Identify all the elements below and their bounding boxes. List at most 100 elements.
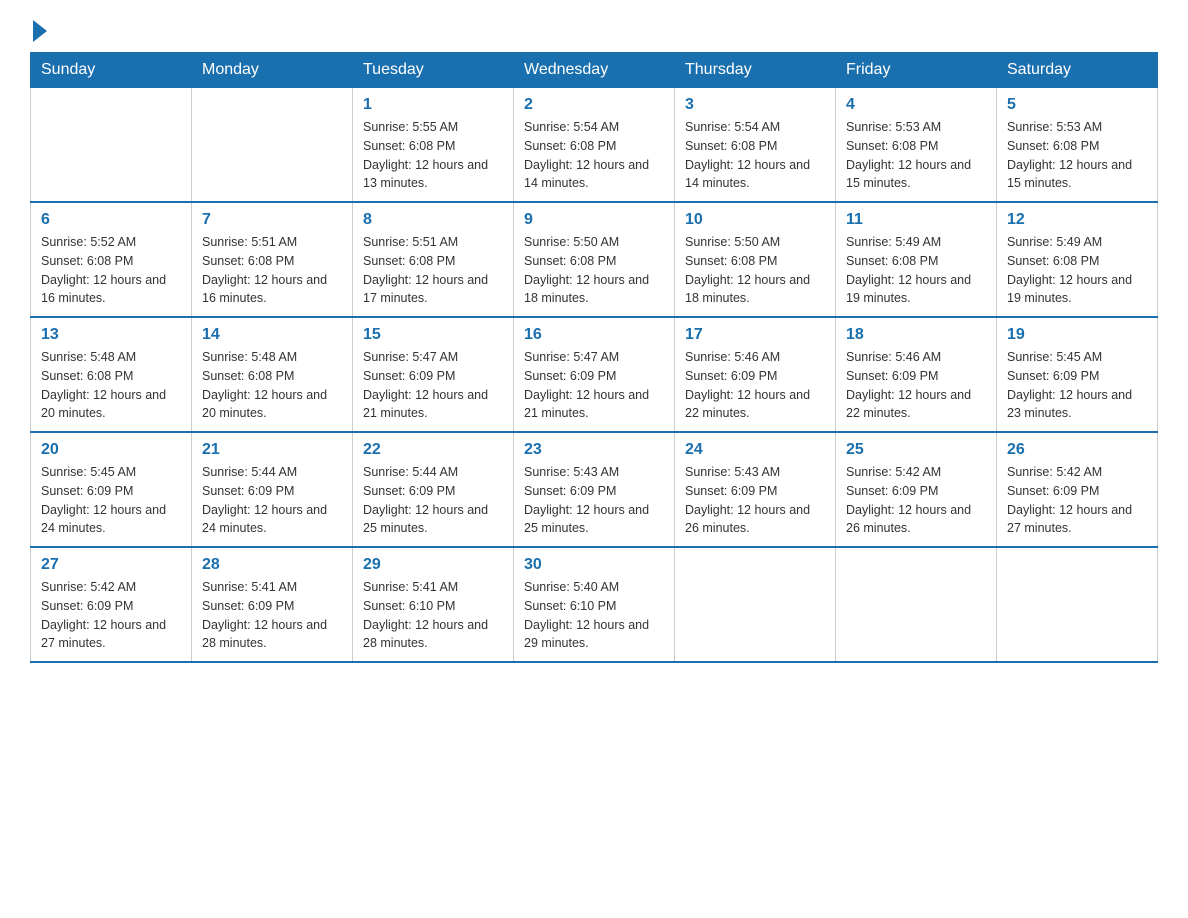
day-number: 7 bbox=[202, 211, 342, 229]
week-row-2: 6 Sunrise: 5:52 AMSunset: 6:08 PMDaylight… bbox=[31, 202, 1158, 317]
column-header-sunday: Sunday bbox=[31, 53, 192, 88]
day-info: Sunrise: 5:48 AMSunset: 6:08 PMDaylight:… bbox=[41, 348, 181, 423]
day-info: Sunrise: 5:44 AMSunset: 6:09 PMDaylight:… bbox=[202, 463, 342, 538]
calendar-cell: 18 Sunrise: 5:46 AMSunset: 6:09 PMDayligh… bbox=[836, 317, 997, 432]
calendar-cell bbox=[192, 88, 353, 203]
calendar-cell bbox=[836, 547, 997, 662]
header-row: SundayMondayTuesdayWednesdayThursdayFrid… bbox=[31, 53, 1158, 88]
day-info: Sunrise: 5:41 AMSunset: 6:10 PMDaylight:… bbox=[363, 578, 503, 653]
day-info: Sunrise: 5:47 AMSunset: 6:09 PMDaylight:… bbox=[363, 348, 503, 423]
day-info: Sunrise: 5:42 AMSunset: 6:09 PMDaylight:… bbox=[41, 578, 181, 653]
day-number: 25 bbox=[846, 441, 986, 459]
day-info: Sunrise: 5:51 AMSunset: 6:08 PMDaylight:… bbox=[363, 233, 503, 308]
day-number: 24 bbox=[685, 441, 825, 459]
calendar-cell: 19 Sunrise: 5:45 AMSunset: 6:09 PMDayligh… bbox=[997, 317, 1158, 432]
column-header-wednesday: Wednesday bbox=[514, 53, 675, 88]
calendar-cell: 30Sunrise: 5:40 AMSunset: 6:10 PMDayligh… bbox=[514, 547, 675, 662]
day-info: Sunrise: 5:48 AMSunset: 6:08 PMDaylight:… bbox=[202, 348, 342, 423]
day-info: Sunrise: 5:44 AMSunset: 6:09 PMDaylight:… bbox=[363, 463, 503, 538]
week-row-5: 27 Sunrise: 5:42 AMSunset: 6:09 PMDayligh… bbox=[31, 547, 1158, 662]
calendar-cell bbox=[997, 547, 1158, 662]
day-number: 17 bbox=[685, 326, 825, 344]
column-header-thursday: Thursday bbox=[675, 53, 836, 88]
day-number: 16 bbox=[524, 326, 664, 344]
day-number: 9 bbox=[524, 211, 664, 229]
logo-arrow-icon bbox=[33, 20, 47, 42]
day-info: Sunrise: 5:41 AMSunset: 6:09 PMDaylight:… bbox=[202, 578, 342, 653]
day-number: 20 bbox=[41, 441, 181, 459]
calendar-cell: 1Sunrise: 5:55 AMSunset: 6:08 PMDaylight… bbox=[353, 88, 514, 203]
day-number: 8 bbox=[363, 211, 503, 229]
calendar-table: SundayMondayTuesdayWednesdayThursdayFrid… bbox=[30, 52, 1158, 663]
day-info: Sunrise: 5:45 AMSunset: 6:09 PMDaylight:… bbox=[41, 463, 181, 538]
day-number: 22 bbox=[363, 441, 503, 459]
day-info: Sunrise: 5:43 AMSunset: 6:09 PMDaylight:… bbox=[524, 463, 664, 538]
day-number: 13 bbox=[41, 326, 181, 344]
calendar-cell: 20 Sunrise: 5:45 AMSunset: 6:09 PMDayligh… bbox=[31, 432, 192, 547]
calendar-cell: 24 Sunrise: 5:43 AMSunset: 6:09 PMDayligh… bbox=[675, 432, 836, 547]
day-info: Sunrise: 5:51 AMSunset: 6:08 PMDaylight:… bbox=[202, 233, 342, 308]
calendar-header: SundayMondayTuesdayWednesdayThursdayFrid… bbox=[31, 53, 1158, 88]
calendar-cell: 14 Sunrise: 5:48 AMSunset: 6:08 PMDayligh… bbox=[192, 317, 353, 432]
calendar-cell: 29 Sunrise: 5:41 AMSunset: 6:10 PMDayligh… bbox=[353, 547, 514, 662]
calendar-cell: 10 Sunrise: 5:50 AMSunset: 6:08 PMDayligh… bbox=[675, 202, 836, 317]
page-header bbox=[30, 20, 1158, 42]
day-info: Sunrise: 5:42 AMSunset: 6:09 PMDaylight:… bbox=[1007, 463, 1147, 538]
day-info: Sunrise: 5:50 AMSunset: 6:08 PMDaylight:… bbox=[524, 233, 664, 308]
logo bbox=[30, 20, 47, 42]
column-header-tuesday: Tuesday bbox=[353, 53, 514, 88]
calendar-cell: 26 Sunrise: 5:42 AMSunset: 6:09 PMDayligh… bbox=[997, 432, 1158, 547]
calendar-cell: 16 Sunrise: 5:47 AMSunset: 6:09 PMDayligh… bbox=[514, 317, 675, 432]
day-number: 23 bbox=[524, 441, 664, 459]
day-number: 30 bbox=[524, 556, 664, 574]
calendar-cell: 5 Sunrise: 5:53 AMSunset: 6:08 PMDaylight… bbox=[997, 88, 1158, 203]
day-number: 6 bbox=[41, 211, 181, 229]
day-number: 14 bbox=[202, 326, 342, 344]
day-info: Sunrise: 5:45 AMSunset: 6:09 PMDaylight:… bbox=[1007, 348, 1147, 423]
week-row-1: 1Sunrise: 5:55 AMSunset: 6:08 PMDaylight… bbox=[31, 88, 1158, 203]
calendar-cell: 13 Sunrise: 5:48 AMSunset: 6:08 PMDayligh… bbox=[31, 317, 192, 432]
calendar-cell: 9 Sunrise: 5:50 AMSunset: 6:08 PMDaylight… bbox=[514, 202, 675, 317]
calendar-cell: 25 Sunrise: 5:42 AMSunset: 6:09 PMDayligh… bbox=[836, 432, 997, 547]
day-info: Sunrise: 5:49 AMSunset: 6:08 PMDaylight:… bbox=[846, 233, 986, 308]
day-number: 15 bbox=[363, 326, 503, 344]
calendar-cell bbox=[31, 88, 192, 203]
calendar-cell: 22 Sunrise: 5:44 AMSunset: 6:09 PMDayligh… bbox=[353, 432, 514, 547]
calendar-cell: 21Sunrise: 5:44 AMSunset: 6:09 PMDayligh… bbox=[192, 432, 353, 547]
calendar-cell: 23 Sunrise: 5:43 AMSunset: 6:09 PMDayligh… bbox=[514, 432, 675, 547]
day-info: Sunrise: 5:55 AMSunset: 6:08 PMDaylight:… bbox=[363, 118, 503, 193]
calendar-cell bbox=[675, 547, 836, 662]
day-number: 27 bbox=[41, 556, 181, 574]
calendar-body: 1Sunrise: 5:55 AMSunset: 6:08 PMDaylight… bbox=[31, 88, 1158, 663]
day-info: Sunrise: 5:53 AMSunset: 6:08 PMDaylight:… bbox=[1007, 118, 1147, 193]
calendar-cell: 15 Sunrise: 5:47 AMSunset: 6:09 PMDayligh… bbox=[353, 317, 514, 432]
day-info: Sunrise: 5:52 AMSunset: 6:08 PMDaylight:… bbox=[41, 233, 181, 308]
calendar-cell: 11 Sunrise: 5:49 AMSunset: 6:08 PMDayligh… bbox=[836, 202, 997, 317]
day-info: Sunrise: 5:43 AMSunset: 6:09 PMDaylight:… bbox=[685, 463, 825, 538]
day-info: Sunrise: 5:47 AMSunset: 6:09 PMDaylight:… bbox=[524, 348, 664, 423]
day-number: 2 bbox=[524, 96, 664, 114]
column-header-friday: Friday bbox=[836, 53, 997, 88]
day-info: Sunrise: 5:54 AMSunset: 6:08 PMDaylight:… bbox=[685, 118, 825, 193]
column-header-monday: Monday bbox=[192, 53, 353, 88]
calendar-cell: 4Sunrise: 5:53 AMSunset: 6:08 PMDaylight… bbox=[836, 88, 997, 203]
day-number: 11 bbox=[846, 211, 986, 229]
day-number: 10 bbox=[685, 211, 825, 229]
day-info: Sunrise: 5:53 AMSunset: 6:08 PMDaylight:… bbox=[846, 118, 986, 193]
day-info: Sunrise: 5:54 AMSunset: 6:08 PMDaylight:… bbox=[524, 118, 664, 193]
calendar-cell: 6 Sunrise: 5:52 AMSunset: 6:08 PMDaylight… bbox=[31, 202, 192, 317]
day-info: Sunrise: 5:42 AMSunset: 6:09 PMDaylight:… bbox=[846, 463, 986, 538]
day-info: Sunrise: 5:50 AMSunset: 6:08 PMDaylight:… bbox=[685, 233, 825, 308]
day-info: Sunrise: 5:46 AMSunset: 6:09 PMDaylight:… bbox=[685, 348, 825, 423]
day-number: 19 bbox=[1007, 326, 1147, 344]
day-number: 29 bbox=[363, 556, 503, 574]
day-info: Sunrise: 5:49 AMSunset: 6:08 PMDaylight:… bbox=[1007, 233, 1147, 308]
day-number: 18 bbox=[846, 326, 986, 344]
calendar-cell: 28Sunrise: 5:41 AMSunset: 6:09 PMDayligh… bbox=[192, 547, 353, 662]
calendar-cell: 12Sunrise: 5:49 AMSunset: 6:08 PMDayligh… bbox=[997, 202, 1158, 317]
day-number: 26 bbox=[1007, 441, 1147, 459]
day-info: Sunrise: 5:46 AMSunset: 6:09 PMDaylight:… bbox=[846, 348, 986, 423]
calendar-cell: 2 Sunrise: 5:54 AMSunset: 6:08 PMDaylight… bbox=[514, 88, 675, 203]
column-header-saturday: Saturday bbox=[997, 53, 1158, 88]
day-number: 5 bbox=[1007, 96, 1147, 114]
